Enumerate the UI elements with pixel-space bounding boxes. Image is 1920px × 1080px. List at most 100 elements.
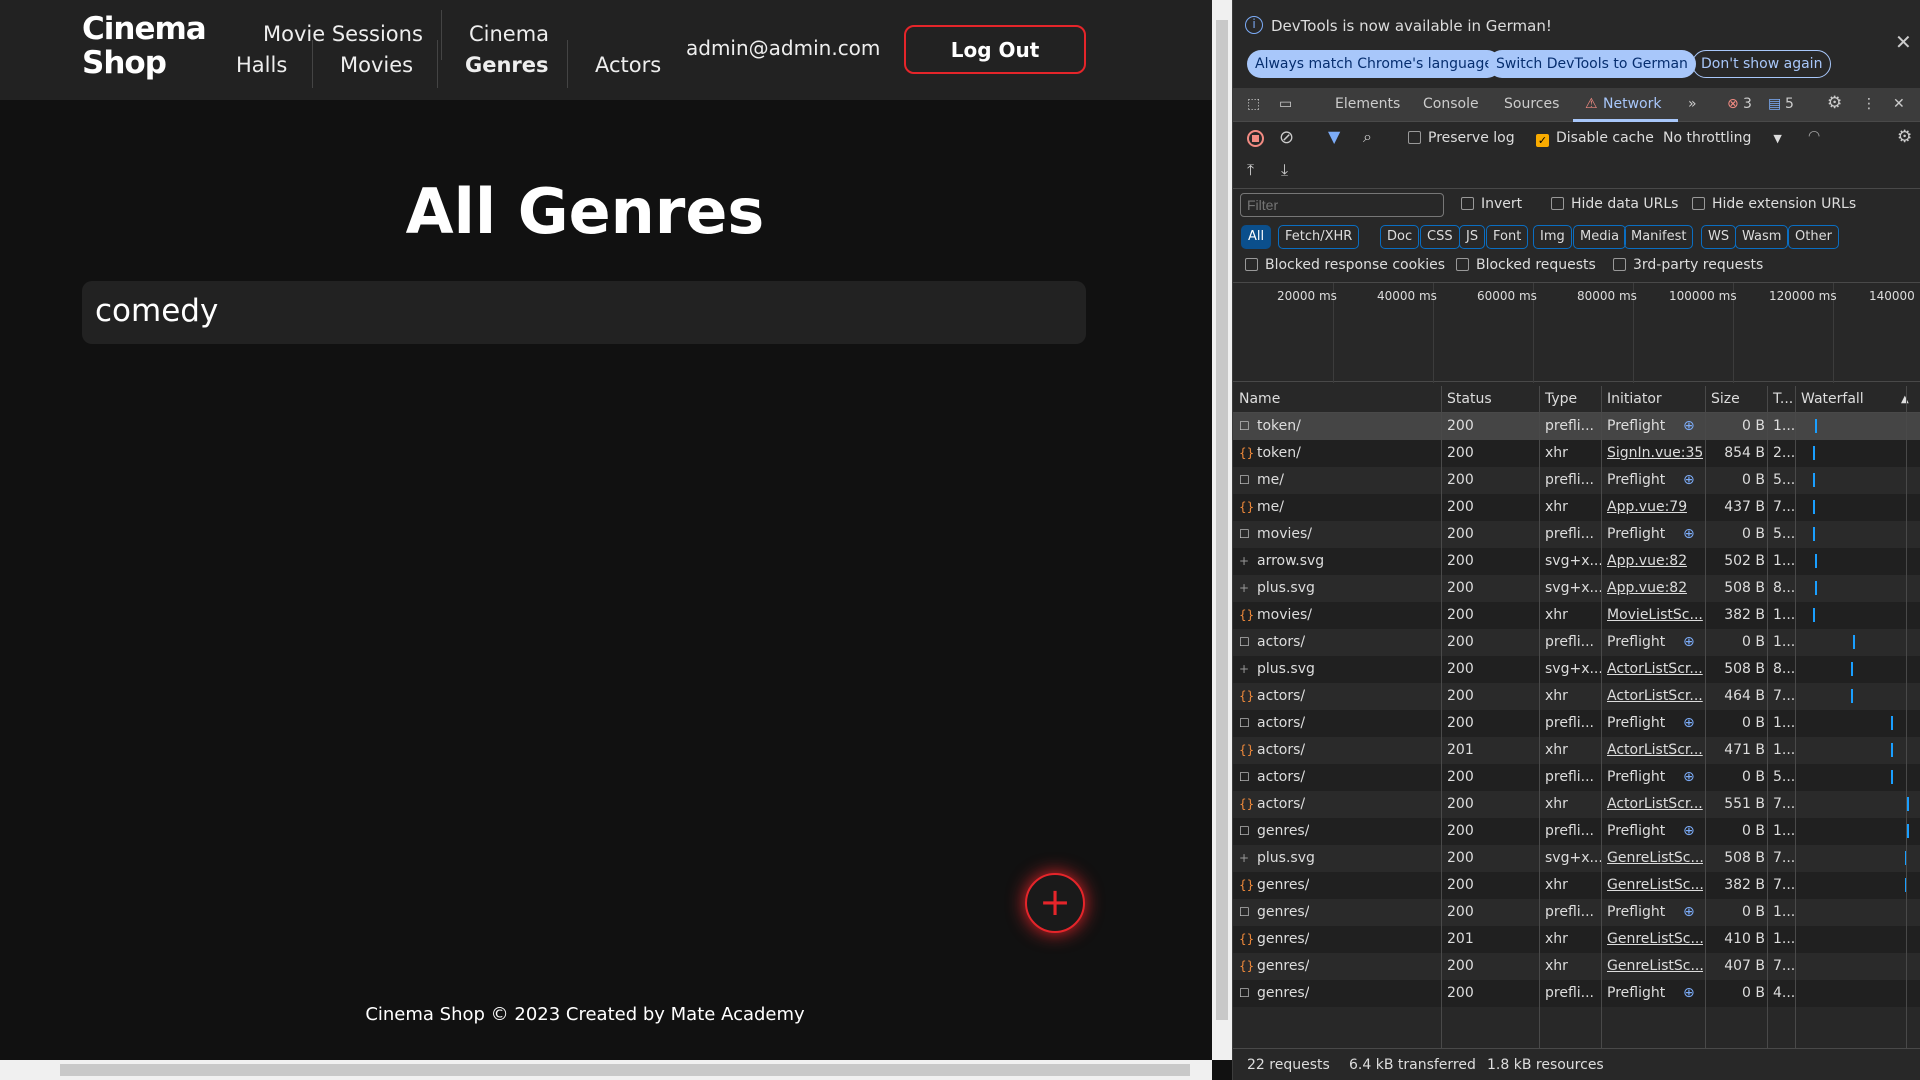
tab-network[interactable]: Network <box>1603 96 1661 112</box>
import-har-icon[interactable]: ⤒ <box>1247 160 1254 180</box>
preflight-icon[interactable]: ⊕ <box>1683 472 1695 488</box>
filter-type-all[interactable]: All <box>1241 225 1272 249</box>
nav-actors[interactable]: Actors <box>595 53 661 77</box>
preflight-icon[interactable]: ⊕ <box>1683 904 1695 920</box>
filter-input[interactable] <box>1240 193 1444 217</box>
disable-cache-checkbox[interactable]: ✓ Disable cache <box>1536 130 1654 147</box>
checkbox[interactable] <box>1245 258 1258 271</box>
table-row[interactable]: ☐ me/200 prefli... Preflight 0 B 5... ⊕ <box>1233 467 1920 494</box>
request-initiator[interactable]: MovieListSc... <box>1607 607 1703 623</box>
scroll-thumb[interactable] <box>60 1064 1190 1076</box>
nav-movie-sessions[interactable]: Movie Sessions <box>263 22 423 46</box>
filter-type-font[interactable]: Font <box>1486 225 1529 249</box>
inspect-icon[interactable]: ⬚ <box>1247 96 1260 112</box>
table-row[interactable]: {} genres/200 xhr GenreListSc... 382 B 7... <box>1233 872 1920 899</box>
more-options-icon[interactable]: ⋮ <box>1862 96 1876 112</box>
filter-type-manifest[interactable]: Manifest <box>1624 225 1694 249</box>
blocked-cookies-checkbox[interactable]: Blocked response cookies <box>1245 257 1445 273</box>
error-count[interactable]: 3 <box>1743 96 1752 112</box>
filter-type-other[interactable]: Other <box>1788 225 1839 249</box>
table-row[interactable]: ☐ actors/200 prefli... Preflight 0 B 5... ⊕ <box>1233 764 1920 791</box>
preflight-icon[interactable]: ⊕ <box>1683 769 1695 785</box>
tab-sources[interactable]: Sources <box>1504 96 1559 112</box>
request-initiator[interactable]: ActorListScr... <box>1607 688 1703 704</box>
col-time[interactable]: T... <box>1773 391 1793 407</box>
preflight-icon[interactable]: ⊕ <box>1683 985 1695 1001</box>
invert-checkbox[interactable]: Invert <box>1461 196 1522 212</box>
checkbox[interactable] <box>1461 197 1474 210</box>
checkbox-checked[interactable]: ✓ <box>1536 134 1549 147</box>
table-row[interactable]: + plus.svg 200 svg+x... GenreListSc... 508 B 7… <box>1233 845 1920 872</box>
request-initiator[interactable]: App.vue:79 <box>1607 499 1687 515</box>
request-initiator[interactable]: App.vue:82 <box>1607 580 1687 596</box>
table-row[interactable]: ☐ actors/200 prefli... Preflight 0 B 1... ⊕ <box>1233 629 1920 656</box>
vertical-scrollbar[interactable] <box>1212 0 1232 1060</box>
filter-type-doc[interactable]: Doc <box>1380 225 1420 249</box>
tab-elements[interactable]: Elements <box>1335 96 1400 112</box>
col-size[interactable]: Size <box>1711 391 1740 407</box>
close-devtools-icon[interactable]: ✕ <box>1893 96 1905 112</box>
close-icon[interactable]: ✕ <box>1895 30 1912 54</box>
preflight-icon[interactable]: ⊕ <box>1683 418 1695 434</box>
checkbox[interactable] <box>1613 258 1626 271</box>
col-status[interactable]: Status <box>1447 391 1492 407</box>
filter-type-img[interactable]: Img <box>1533 225 1572 249</box>
filter-type-css[interactable]: CSS <box>1420 225 1460 249</box>
table-row[interactable]: + plus.svg 200 svg+x... App.vue:82 508 B 8... <box>1233 575 1920 602</box>
request-initiator[interactable]: GenreListSc... <box>1607 958 1703 974</box>
request-initiator[interactable]: GenreListSc... <box>1607 850 1703 866</box>
nav-genres[interactable]: Genres <box>465 53 549 77</box>
table-row[interactable]: {} genres/201 xhr GenreListSc... 410 B 1... <box>1233 926 1920 953</box>
export-har-icon[interactable]: ⤓ <box>1281 160 1288 180</box>
network-conditions-icon[interactable]: ◠ <box>1808 128 1820 144</box>
match-language-button[interactable]: Always match Chrome's language <box>1247 50 1501 78</box>
logo[interactable]: Cinema Shop <box>82 12 207 80</box>
table-row[interactable]: {} genres/200 xhr GenreListSc... 407 B 7... <box>1233 953 1920 980</box>
table-row[interactable]: {} actors/200 xhr ActorListScr... 551 B 7... <box>1233 791 1920 818</box>
filter-type-js[interactable]: JS <box>1459 225 1486 249</box>
search-icon[interactable]: ⌕ <box>1363 127 1372 147</box>
col-type[interactable]: Type <box>1545 391 1577 407</box>
switch-german-button[interactable]: Switch DevTools to German <box>1488 50 1696 78</box>
third-party-checkbox[interactable]: 3rd-party requests <box>1613 257 1763 273</box>
hide-data-urls-checkbox[interactable]: Hide data URLs <box>1551 196 1678 212</box>
checkbox[interactable] <box>1551 197 1564 210</box>
filter-icon[interactable]: ▼ <box>1328 127 1340 146</box>
device-icon[interactable]: ▭ <box>1279 96 1292 112</box>
preflight-icon[interactable]: ⊕ <box>1683 823 1695 839</box>
scroll-thumb[interactable] <box>1216 20 1228 1020</box>
request-initiator[interactable]: App.vue:82 <box>1607 553 1687 569</box>
table-row[interactable]: ☐ genres/200 prefli... Preflight 0 B 1... ⊕ <box>1233 818 1920 845</box>
checkbox[interactable] <box>1692 197 1705 210</box>
checkbox[interactable] <box>1456 258 1469 271</box>
request-initiator[interactable]: GenreListSc... <box>1607 931 1703 947</box>
col-waterfall[interactable]: Waterfall <box>1801 391 1864 407</box>
nav-halls[interactable]: Halls <box>236 53 287 77</box>
request-initiator[interactable]: ActorListScr... <box>1607 661 1703 677</box>
genre-item[interactable]: comedy <box>82 281 1086 344</box>
table-row[interactable]: ☐ movies/200 prefli... Preflight 0 B 5... ⊕ <box>1233 521 1920 548</box>
table-row[interactable]: ☐ actors/200 prefli... Preflight 0 B 1... ⊕ <box>1233 710 1920 737</box>
checkbox[interactable] <box>1408 131 1421 144</box>
hide-extension-urls-checkbox[interactable]: Hide extension URLs <box>1692 196 1856 212</box>
preserve-log-checkbox[interactable]: Preserve log <box>1408 130 1515 146</box>
table-row[interactable]: {} token/200 xhr SignIn.vue:35 854 B 2... <box>1233 440 1920 467</box>
preflight-icon[interactable]: ⊕ <box>1683 715 1695 731</box>
table-row[interactable]: {} actors/201 xhr ActorListScr... 471 B 1... <box>1233 737 1920 764</box>
dont-show-button[interactable]: Don't show again <box>1692 50 1832 78</box>
preflight-icon[interactable]: ⊕ <box>1683 526 1695 542</box>
table-row[interactable]: ☐ genres/200 prefli... Preflight 0 B 1... ⊕ <box>1233 899 1920 926</box>
network-settings-icon[interactable]: ⚙ <box>1897 127 1912 147</box>
table-row[interactable]: + plus.svg 200 svg+x... ActorListScr... 508 B… <box>1233 656 1920 683</box>
nav-cinema[interactable]: Cinema <box>469 22 549 46</box>
clear-icon[interactable]: ⊘ <box>1279 127 1294 148</box>
nav-movies[interactable]: Movies <box>340 53 413 77</box>
request-initiator[interactable]: SignIn.vue:35 <box>1607 445 1703 461</box>
tab-console[interactable]: Console <box>1423 96 1479 112</box>
message-count[interactable]: 5 <box>1785 96 1794 112</box>
blocked-requests-checkbox[interactable]: Blocked requests <box>1456 257 1596 273</box>
timeline-overview[interactable]: 20000 ms 40000 ms 60000 ms 80000 ms 100000 m… <box>1233 282 1920 383</box>
request-initiator[interactable]: ActorListScr... <box>1607 742 1703 758</box>
preflight-icon[interactable]: ⊕ <box>1683 634 1695 650</box>
table-row[interactable]: + arrow.svg 200 svg+x... App.vue:82 502 B 1... <box>1233 548 1920 575</box>
